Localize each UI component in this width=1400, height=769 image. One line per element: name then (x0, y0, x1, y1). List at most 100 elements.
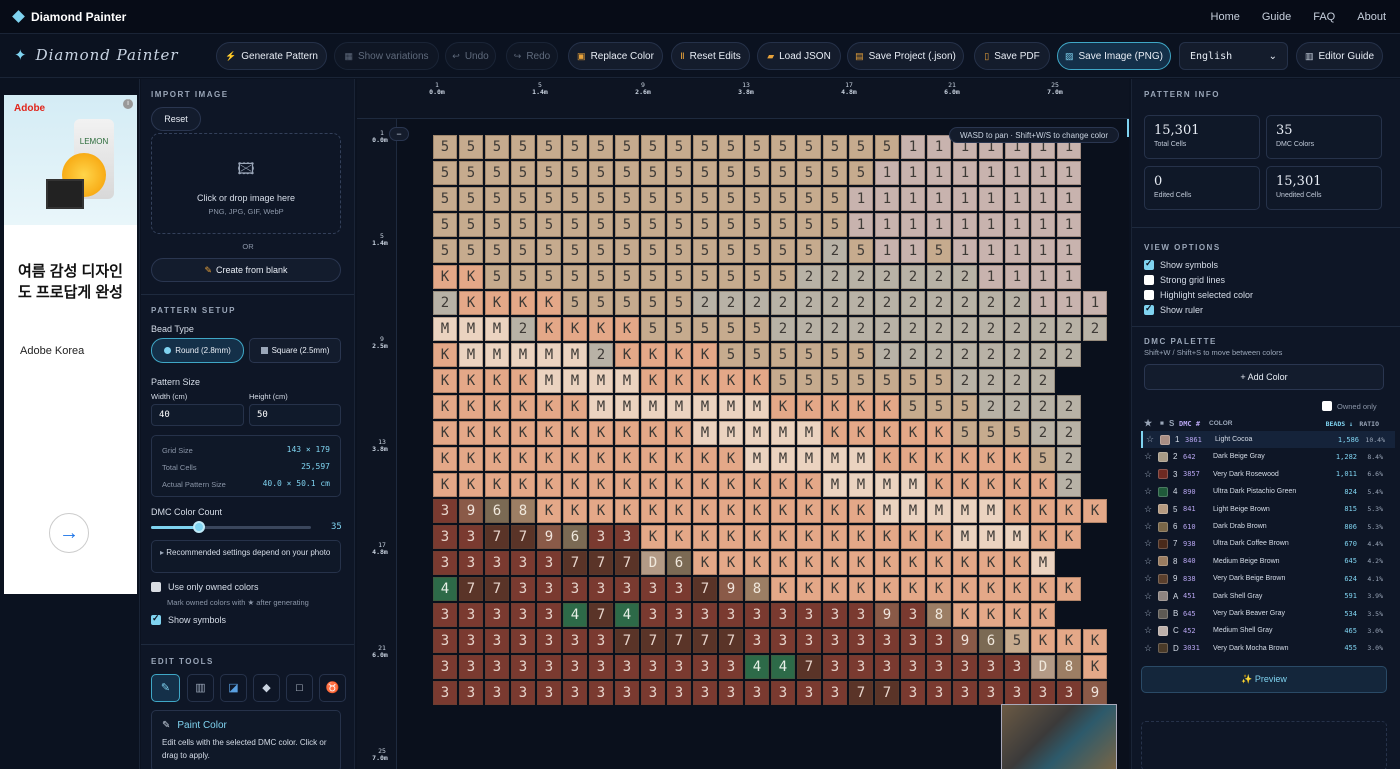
bead-cell[interactable]: K (693, 525, 717, 549)
bead-cell[interactable]: 3 (537, 655, 561, 679)
checkbox[interactable] (1144, 275, 1154, 285)
generate-pattern-button[interactable]: ⚡ Generate Pattern (216, 42, 327, 70)
bead-cell[interactable]: 3 (849, 603, 873, 627)
bead-cell[interactable]: K (849, 395, 873, 419)
bead-cell[interactable]: 5 (875, 135, 899, 159)
checkbox[interactable] (1322, 401, 1332, 411)
bead-cell[interactable]: 5 (667, 239, 691, 263)
trash-tool-icon[interactable]: ▥ (187, 674, 214, 702)
bead-cell[interactable]: K (849, 499, 873, 523)
bead-cell[interactable]: 5 (823, 187, 847, 211)
bead-cell[interactable]: 5 (641, 187, 665, 211)
bead-cell[interactable]: 3 (1031, 681, 1055, 705)
bead-cell[interactable]: M (979, 525, 1003, 549)
bead-cell[interactable]: 5 (875, 369, 899, 393)
bead-cell[interactable]: 3 (511, 577, 535, 601)
bead-cell[interactable]: 2 (1031, 369, 1055, 393)
bead-cell[interactable]: K (693, 447, 717, 471)
bead-cell[interactable]: 7 (849, 681, 873, 705)
bead-cell[interactable]: K (901, 577, 925, 601)
bead-cell[interactable]: K (901, 525, 925, 549)
bead-cell[interactable]: 5 (823, 369, 847, 393)
bead-cell[interactable]: K (615, 343, 639, 367)
bead-cell[interactable]: K (823, 395, 847, 419)
bead-cell[interactable]: 1 (979, 213, 1003, 237)
bead-cell[interactable]: 6 (979, 629, 1003, 653)
bead-cell[interactable]: 4 (745, 655, 769, 679)
bead-cell[interactable]: K (1005, 551, 1029, 575)
redo-button[interactable]: ↪ Redo (506, 42, 558, 70)
bead-cell[interactable]: K (979, 551, 1003, 575)
bead-cell[interactable]: K (1031, 499, 1055, 523)
bead-cell[interactable]: 5 (641, 265, 665, 289)
bead-cell[interactable]: 2 (849, 265, 873, 289)
bead-cell[interactable]: 5 (459, 135, 483, 159)
bead-cell[interactable]: 2 (511, 317, 535, 341)
bead-cell[interactable]: 7 (459, 577, 483, 601)
bead-cell[interactable]: K (667, 525, 691, 549)
bead-cell[interactable]: 2 (1005, 369, 1029, 393)
bead-cell[interactable]: 3 (485, 629, 509, 653)
bead-cell[interactable]: K (641, 421, 665, 445)
bead-cell[interactable]: 5 (719, 161, 743, 185)
bead-cell[interactable]: 5 (797, 239, 821, 263)
bead-cell[interactable]: 1 (875, 161, 899, 185)
bead-cell[interactable]: 3 (433, 629, 457, 653)
bead-cell[interactable]: 5 (563, 265, 587, 289)
bead-cell[interactable]: K (615, 421, 639, 445)
bead-cell[interactable]: M (1005, 525, 1029, 549)
bead-cell[interactable]: 5 (719, 213, 743, 237)
bead-cell[interactable]: 1 (1031, 239, 1055, 263)
bead-cell[interactable]: 4 (433, 577, 457, 601)
star-icon[interactable]: ☆ (1143, 434, 1157, 445)
bead-cell[interactable]: M (875, 499, 899, 523)
bead-cell[interactable]: M (615, 369, 639, 393)
bead-cell[interactable]: 2 (849, 317, 873, 341)
bead-cell[interactable]: 2 (979, 369, 1003, 393)
bead-cell[interactable]: 5 (459, 213, 483, 237)
bead-cell[interactable]: K (875, 395, 899, 419)
bead-cell[interactable]: K (485, 447, 509, 471)
bead-cell[interactable]: 2 (1057, 395, 1081, 419)
bead-cell[interactable]: 3 (589, 629, 613, 653)
bead-cell[interactable]: K (537, 291, 561, 315)
bead-cell[interactable]: 5 (745, 213, 769, 237)
bead-cell[interactable]: K (537, 473, 561, 497)
bead-cell[interactable]: 3 (537, 629, 561, 653)
bead-cell[interactable]: 5 (641, 239, 665, 263)
bead-cell[interactable]: M (797, 447, 821, 471)
bead-cell[interactable]: 2 (771, 317, 795, 341)
bead-cell[interactable]: K (875, 447, 899, 471)
bead-cell[interactable]: M (849, 447, 873, 471)
bead-cell[interactable]: 5 (693, 187, 717, 211)
bead-cell[interactable]: 3 (563, 655, 587, 679)
bead-cell[interactable]: 2 (1057, 473, 1081, 497)
bead-cell[interactable]: K (823, 499, 847, 523)
bead-cell[interactable]: 3 (849, 629, 873, 653)
nav-link-home[interactable]: Home (1211, 11, 1240, 23)
star-icon[interactable]: ☆ (1141, 625, 1155, 636)
view-option-highlight[interactable]: Highlight selected color (1144, 290, 1253, 300)
bead-cell[interactable]: 7 (693, 577, 717, 601)
bead-cell[interactable]: 3 (615, 681, 639, 705)
reset-button[interactable]: Reset (151, 107, 201, 131)
bead-cell[interactable]: 2 (433, 291, 457, 315)
bead-cell[interactable]: 2 (693, 291, 717, 315)
bead-cell[interactable]: 2 (927, 265, 951, 289)
bead-square-option[interactable]: Square (2.5mm) (249, 338, 341, 363)
bead-cell[interactable]: 3 (433, 551, 457, 575)
bead-cell[interactable]: M (563, 369, 587, 393)
bead-cell[interactable]: 5 (901, 369, 925, 393)
bead-cell[interactable]: 2 (953, 265, 977, 289)
palette-row[interactable]: ☆ 1 3861 Light Cocoa 1,586 10.4% (1141, 431, 1395, 448)
bead-cell[interactable]: 5 (901, 395, 925, 419)
bead-cell[interactable]: 3 (927, 681, 951, 705)
bead-cell[interactable]: K (745, 369, 769, 393)
bead-cell[interactable]: K (1031, 525, 1055, 549)
bead-cell[interactable]: 2 (901, 291, 925, 315)
bead-cell[interactable]: 5 (667, 291, 691, 315)
bead-cell[interactable]: 2 (901, 343, 925, 367)
language-select[interactable]: English ⌄ (1179, 42, 1288, 70)
bead-cell[interactable]: 2 (953, 343, 977, 367)
bead-cell[interactable]: K (953, 603, 977, 627)
